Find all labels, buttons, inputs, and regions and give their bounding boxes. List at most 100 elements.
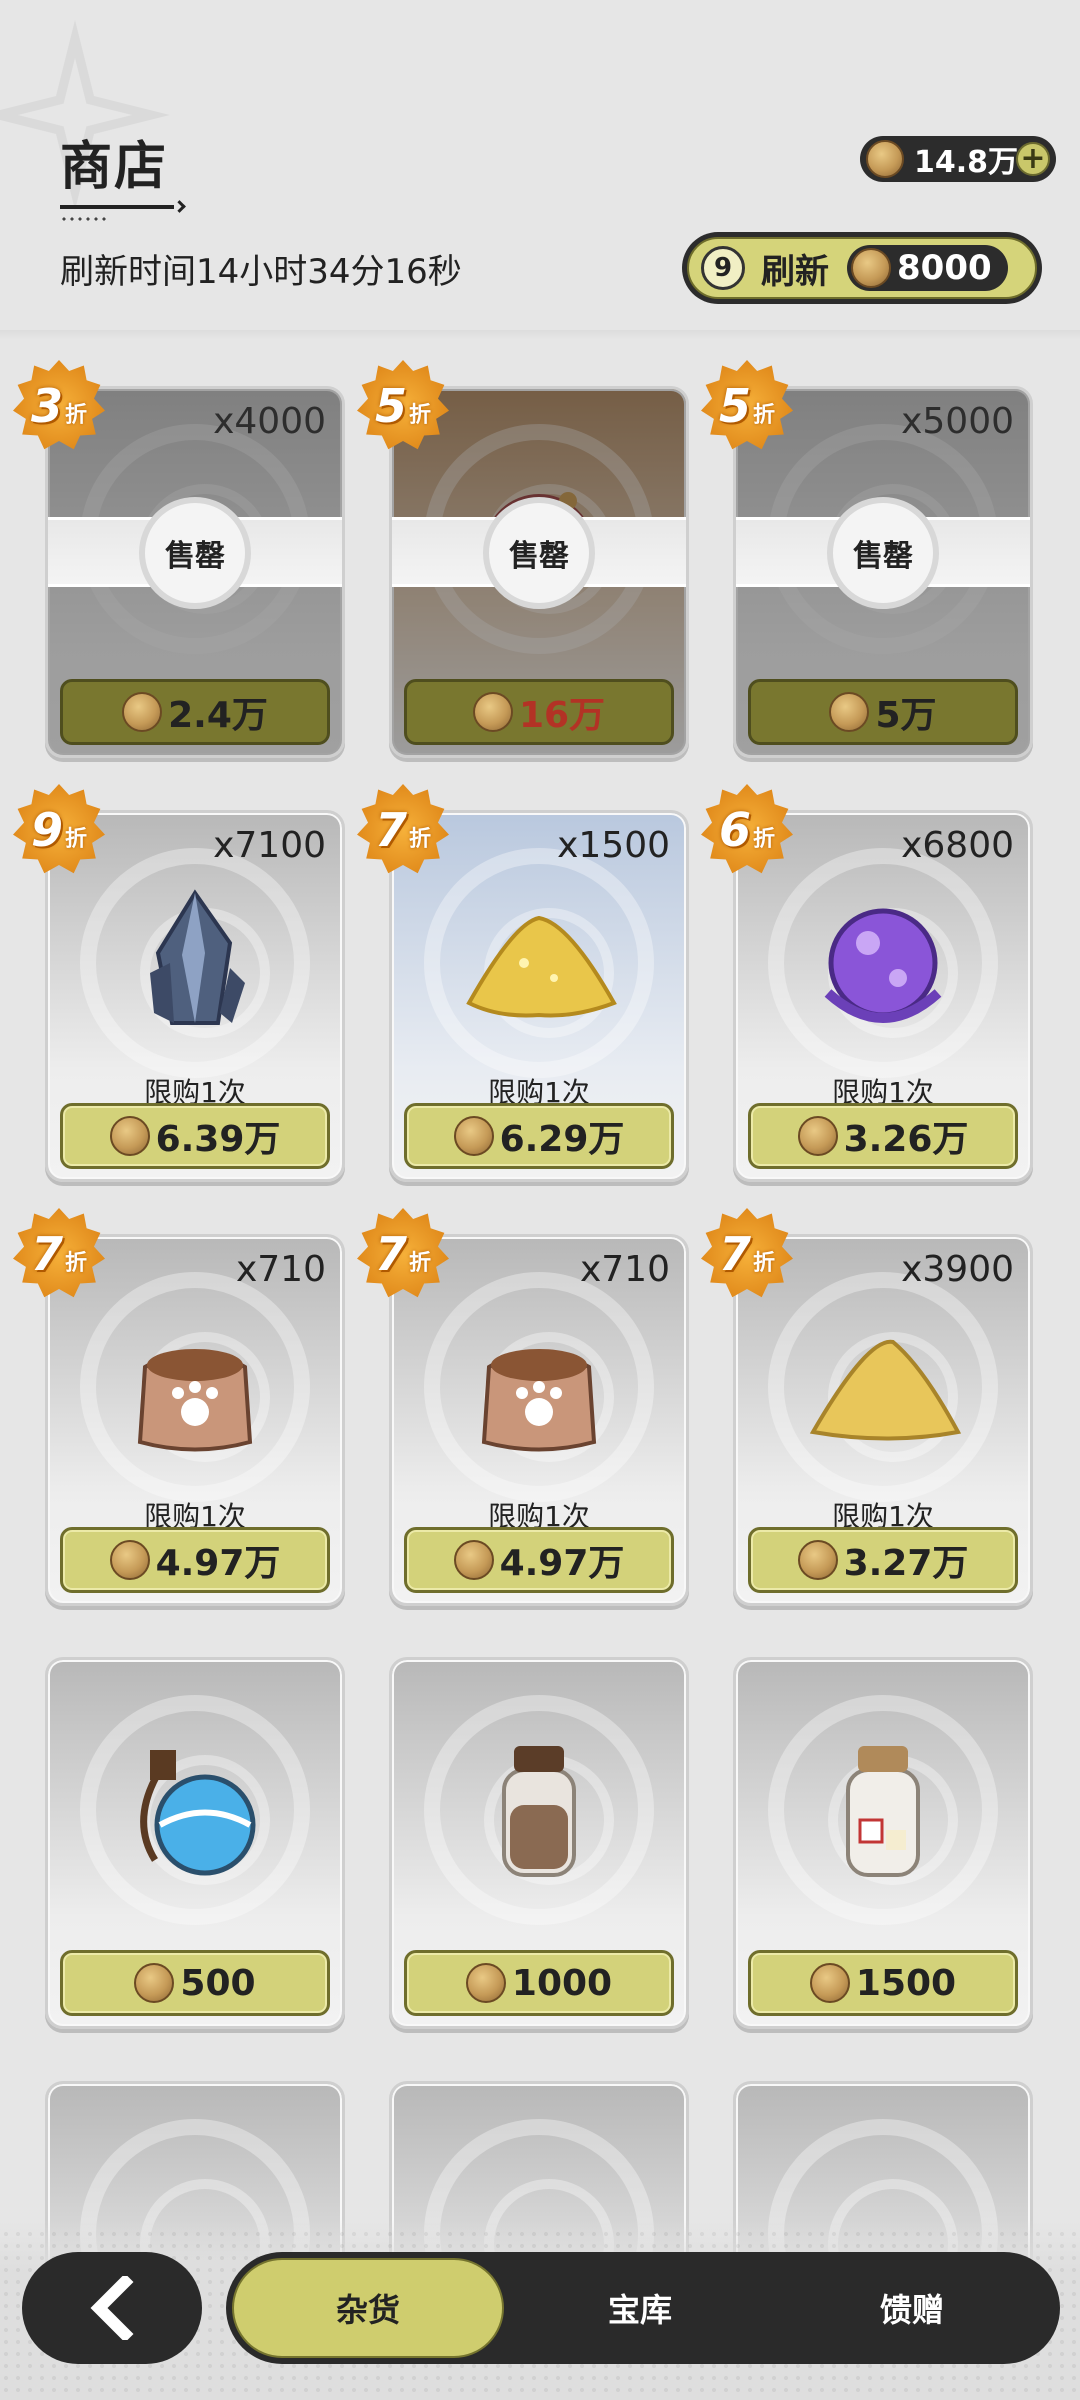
- shop-item-card[interactable]: x5000 售罄 5万: [733, 386, 1033, 758]
- currency-display: 14.8万 +: [860, 136, 1056, 182]
- discount-unit: 折: [753, 403, 776, 428]
- discount-unit: 折: [409, 1251, 432, 1276]
- item-price: 4.97万: [499, 1543, 625, 1584]
- refresh-price-value: 8000: [897, 248, 992, 288]
- buy-button[interactable]: 4.97万: [404, 1527, 674, 1593]
- discount-unit: 折: [409, 827, 432, 852]
- shop-item-card[interactable]: x4000 售罄 2.4万: [45, 386, 345, 758]
- item-quantity: x7100: [213, 825, 326, 866]
- shop-item-card[interactable]: x3900 限购1次 3.27万: [733, 1234, 1033, 1606]
- item-price: 6.39万: [155, 1119, 281, 1160]
- refresh-cycle-icon: 9: [701, 246, 745, 290]
- shop-item-card[interactable]: 售罄 16万: [389, 386, 689, 758]
- gold-coin-icon: [797, 1540, 838, 1580]
- item-price: 500: [180, 1962, 256, 2004]
- item-white-jar-icon: [798, 1730, 968, 1880]
- item-quantity: x1500: [557, 825, 670, 866]
- buy-button[interactable]: 4.97万: [60, 1527, 330, 1593]
- gold-coin-icon: [453, 1540, 494, 1580]
- chevron-left-icon: [90, 2276, 134, 2340]
- shop-item-card[interactable]: 500: [45, 1657, 345, 2029]
- item-quantity: x6800: [901, 825, 1014, 866]
- shop-item-card[interactable]: x1500 限购1次 6.29万: [389, 810, 689, 1182]
- page-title: 商店: [60, 137, 169, 197]
- gold-coin-icon: [851, 248, 891, 288]
- discount-unit: 折: [65, 1251, 88, 1276]
- item-price: 3.27万: [843, 1543, 969, 1584]
- shop-item-card[interactable]: x710 限购1次 4.97万: [45, 1234, 345, 1606]
- discount-unit: 折: [753, 1251, 776, 1276]
- item-price: 5万: [875, 695, 937, 736]
- buy-button[interactable]: 16万: [404, 679, 674, 745]
- discount-value: 6: [718, 803, 751, 857]
- shop-item-card[interactable]: x710 限购1次 4.97万: [389, 1234, 689, 1606]
- item-price: 3.26万: [843, 1119, 969, 1160]
- discount-value: 7: [30, 1227, 63, 1281]
- item-paw-sack-icon: [454, 1307, 624, 1457]
- buy-button[interactable]: 500: [60, 1950, 330, 2016]
- header-divider: [0, 330, 1080, 340]
- shop-item-card[interactable]: x6800 限购1次 3.26万: [733, 810, 1033, 1182]
- item-crystal-icon: [110, 883, 280, 1033]
- discount-value: 3: [30, 379, 63, 433]
- item-price: 2.4万: [168, 695, 268, 736]
- discount-value: 5: [718, 379, 751, 433]
- refresh-button[interactable]: 9 刷新 8000: [682, 232, 1042, 304]
- gold-coin-icon: [453, 1116, 494, 1156]
- gold-coin-icon: [109, 1116, 150, 1156]
- tab-bar: 杂货 宝库 馈赠: [226, 2252, 1060, 2364]
- buy-button[interactable]: 2.4万: [60, 679, 330, 745]
- shop-item-card[interactable]: 1500: [733, 1657, 1033, 2029]
- back-button[interactable]: [22, 2252, 202, 2364]
- item-price: 1000: [511, 1962, 613, 2004]
- gold-coin-icon: [122, 692, 163, 732]
- discount-value: 7: [718, 1227, 751, 1281]
- buy-button[interactable]: 3.27万: [748, 1527, 1018, 1593]
- item-quantity: x710: [579, 1249, 670, 1290]
- sold-out-badge: 售罄: [139, 497, 251, 609]
- gold-coin-icon: [829, 692, 870, 732]
- gold-coin-icon: [866, 140, 904, 178]
- item-price: 6.29万: [499, 1119, 625, 1160]
- discount-unit: 折: [65, 827, 88, 852]
- buy-button[interactable]: 3.26万: [748, 1103, 1018, 1169]
- item-brown-jar-icon: [454, 1730, 624, 1880]
- discount-unit: 折: [65, 403, 88, 428]
- discount-value: 7: [374, 1227, 407, 1281]
- shop-item-card[interactable]: 1000: [389, 1657, 689, 2029]
- item-paw-sack-icon: [110, 1307, 280, 1457]
- discount-unit: 折: [409, 403, 432, 428]
- discount-value: 5: [374, 379, 407, 433]
- refresh-price: 8000: [847, 245, 1008, 291]
- discount-value: 7: [374, 803, 407, 857]
- currency-amount: 14.8万: [914, 145, 1019, 180]
- buy-button[interactable]: 6.29万: [404, 1103, 674, 1169]
- item-sand-pile-icon: [798, 1307, 968, 1457]
- buy-button[interactable]: 5万: [748, 679, 1018, 745]
- buy-button[interactable]: 6.39万: [60, 1103, 330, 1169]
- item-price: 16万: [518, 695, 606, 736]
- item-purple-orb-icon: [798, 883, 968, 1033]
- shop-item-card[interactable]: x7100 限购1次 6.39万: [45, 810, 345, 1182]
- refresh-button-body: 9 刷新 8000: [687, 237, 1037, 299]
- gold-coin-icon: [134, 1963, 175, 2003]
- sold-out-badge: 售罄: [827, 497, 939, 609]
- discount-value: 9: [30, 803, 63, 857]
- tab-0[interactable]: 杂货: [232, 2258, 504, 2358]
- buy-button[interactable]: 1000: [404, 1950, 674, 2016]
- discount-unit: 折: [753, 827, 776, 852]
- gold-coin-icon: [465, 1963, 506, 2003]
- tab-1[interactable]: 宝库: [504, 2258, 776, 2358]
- title-dots: [60, 217, 108, 221]
- item-price: 4.97万: [155, 1543, 281, 1584]
- title-underline: [60, 205, 174, 209]
- gold-coin-icon: [797, 1116, 838, 1156]
- item-quantity: x3900: [901, 1249, 1014, 1290]
- refresh-label: 刷新: [761, 251, 829, 292]
- buy-button[interactable]: 1500: [748, 1950, 1018, 2016]
- gold-coin-icon: [809, 1963, 850, 2003]
- add-currency-button[interactable]: +: [1016, 142, 1050, 176]
- item-gold-pile-icon: [454, 883, 624, 1033]
- refresh-timer: 刷新时间14小时34分16秒: [60, 252, 462, 292]
- tab-2[interactable]: 馈赠: [776, 2258, 1048, 2358]
